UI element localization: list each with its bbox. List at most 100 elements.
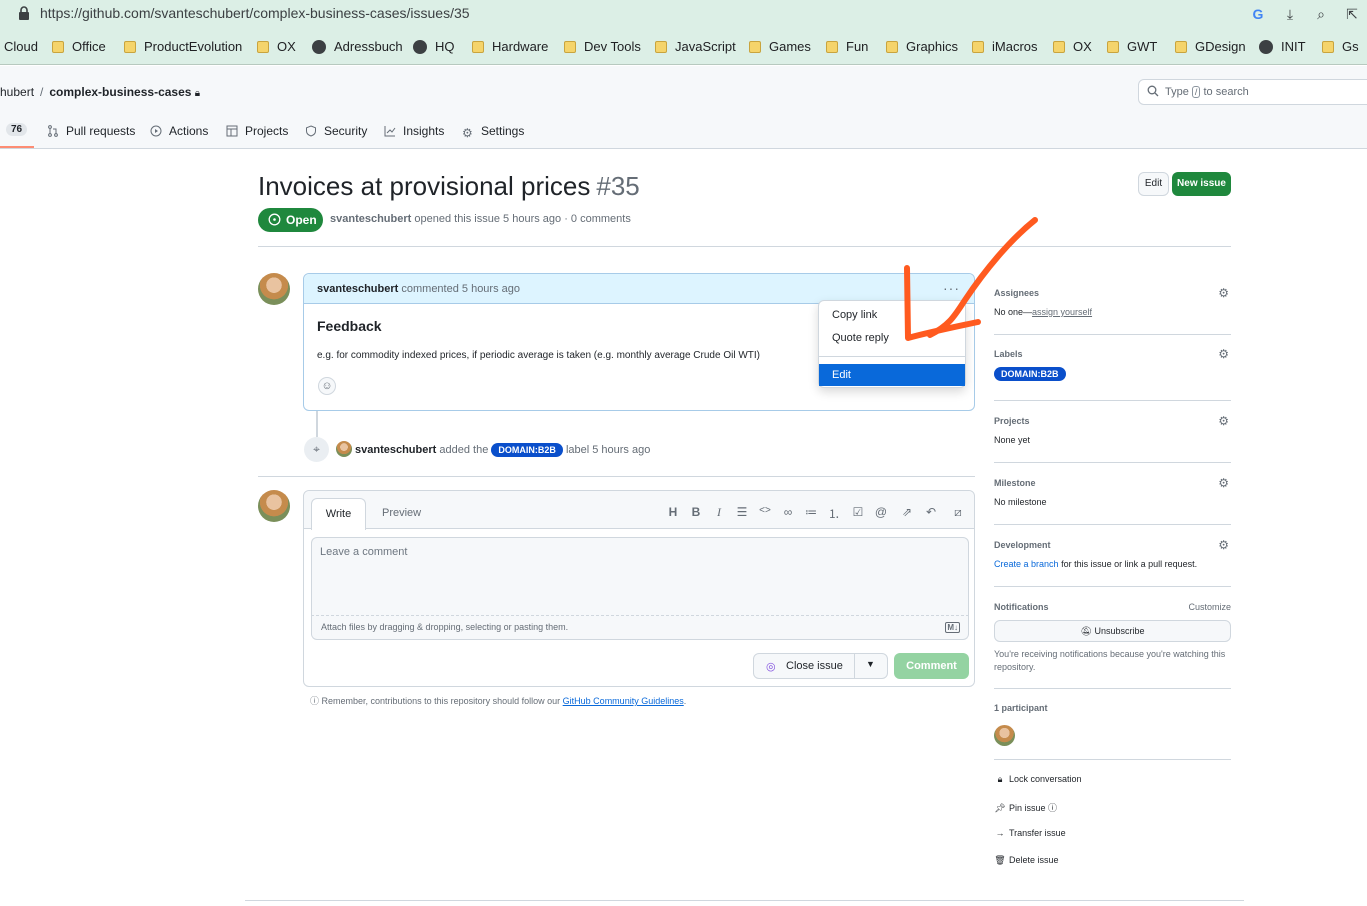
bookmark-item[interactable]: Graphics: [886, 39, 958, 55]
link-icon[interactable]: ∞: [781, 505, 795, 519]
comment-textarea[interactable]: Leave a comment: [311, 537, 969, 616]
tag-icon: ⌖: [304, 437, 329, 462]
bookmark-item[interactable]: HQ: [413, 39, 455, 55]
quote-icon[interactable]: ☰: [735, 505, 749, 519]
new-issue-button[interactable]: New issue: [1172, 172, 1231, 196]
bookmark-item[interactable]: Adressbuch: [312, 39, 403, 55]
tab-actions[interactable]: Actions: [150, 124, 208, 138]
bookmark-item[interactable]: Dev Tools: [564, 39, 641, 55]
slash-commands-icon[interactable]: ⧄: [951, 505, 965, 520]
avatar[interactable]: [336, 441, 352, 457]
google-icon[interactable]: G: [1248, 4, 1268, 24]
bullet-list-icon[interactable]: ≔: [804, 505, 818, 519]
tab-preview[interactable]: Preview: [382, 507, 421, 519]
folder-icon: [257, 41, 269, 53]
avatar[interactable]: [258, 273, 290, 305]
close-issue-button[interactable]: ◎ Close issue ▼: [753, 653, 888, 679]
delete-issue-link[interactable]: 🗑︎ Delete issue: [994, 855, 1058, 866]
numbered-list-icon[interactable]: ⒈: [827, 505, 841, 522]
folder-icon: [472, 41, 484, 53]
italic-icon[interactable]: I: [712, 505, 726, 520]
lock-conversation-link[interactable]: 🔒︎ Lock conversation: [994, 774, 1082, 785]
attach-files-area[interactable]: Attach files by dragging & dropping, sel…: [311, 616, 969, 640]
comment-author-link[interactable]: svanteschubert: [317, 283, 398, 295]
mention-icon[interactable]: @: [874, 505, 888, 519]
menu-divider: [819, 356, 965, 357]
transfer-issue-link[interactable]: → Transfer issue: [994, 828, 1066, 838]
bookmark-item[interactable]: Hardware: [472, 39, 548, 55]
reply-icon[interactable]: ↶: [924, 505, 938, 519]
bookmark-item[interactable]: JavaScript: [655, 39, 736, 55]
create-branch-link[interactable]: Create a branch: [994, 559, 1059, 569]
code-icon[interactable]: <>: [758, 505, 772, 516]
bookmark-item[interactable]: GWT: [1107, 39, 1157, 55]
private-lock-icon: 🔒︎: [194, 88, 201, 99]
cross-reference-icon[interactable]: ⇗: [900, 505, 914, 519]
lock-icon: 🔒︎: [997, 774, 1003, 784]
issues-counter[interactable]: 76: [6, 123, 28, 136]
assign-yourself-link[interactable]: assign yourself: [1032, 307, 1092, 317]
gear-icon[interactable]: ⚙: [1218, 476, 1229, 490]
issue-title: Invoices at provisional prices: [258, 171, 591, 201]
search-icon: [1147, 85, 1159, 97]
lock-icon: [19, 6, 29, 20]
repo-header: hubert / complex-business-cases 🔒︎ Type / …: [0, 66, 1367, 149]
gear-icon[interactable]: ⚙: [1218, 286, 1229, 300]
bookmark-item[interactable]: INIT: [1259, 39, 1306, 55]
bookmark-item[interactable]: GDesign: [1175, 39, 1246, 55]
chevron-down-icon[interactable]: ▼: [866, 659, 875, 669]
labels-section: Labels ⚙ DOMAIN:B2B: [994, 347, 1229, 381]
pin-issue-link[interactable]: 📌︎ Pin issue ⓘ: [994, 801, 1057, 814]
search-input[interactable]: Type / to search: [1138, 79, 1367, 105]
tab-write[interactable]: Write: [311, 498, 366, 530]
bookmark-item[interactable]: OX: [1053, 39, 1092, 55]
quote-reply-menu-item[interactable]: Quote reply: [832, 332, 889, 344]
edit-menu-item[interactable]: Edit: [819, 364, 965, 386]
tab-projects[interactable]: Projects: [226, 124, 288, 138]
divider: [994, 334, 1231, 335]
label-badge[interactable]: DOMAIN:B2B: [491, 443, 563, 457]
task-list-icon[interactable]: ☑: [851, 505, 865, 519]
tab-security[interactable]: Security: [305, 124, 367, 138]
bookmark-item[interactable]: iMacros: [972, 39, 1038, 55]
bookmark-item[interactable]: OX: [257, 39, 296, 55]
download-icon[interactable]: ⤓: [1280, 4, 1300, 24]
folder-icon: [886, 41, 898, 53]
heading-icon[interactable]: H: [666, 505, 680, 519]
share-icon[interactable]: ⇱: [1342, 4, 1362, 24]
avatar[interactable]: [258, 490, 290, 522]
url-text[interactable]: https://github.com/svanteschubert/comple…: [40, 5, 470, 21]
smiley-icon[interactable]: ☺: [318, 377, 336, 395]
tab-settings[interactable]: ⚙ Settings: [462, 124, 524, 139]
comment-button[interactable]: Comment: [894, 653, 969, 679]
gear-icon[interactable]: ⚙: [1218, 538, 1229, 552]
event-actor-link[interactable]: svanteschubert: [355, 444, 436, 456]
issue-author-link[interactable]: svanteschubert: [330, 213, 411, 225]
avatar[interactable]: [994, 725, 1015, 746]
repo-owner-link[interactable]: hubert: [0, 85, 34, 99]
repo-name-link[interactable]: complex-business-cases: [49, 85, 191, 99]
folder-icon: [655, 41, 667, 53]
tab-pull-requests[interactable]: Pull requests: [47, 124, 135, 138]
pull-request-icon: [48, 125, 58, 137]
bold-icon[interactable]: B: [689, 505, 703, 519]
bell-slash-icon: 🔕︎: [1080, 626, 1092, 636]
guidelines-link[interactable]: GitHub Community Guidelines: [563, 696, 684, 706]
address-bar[interactable]: https://github.com/svanteschubert/comple…: [0, 0, 1367, 28]
zoom-icon[interactable]: ⌕: [1311, 4, 1331, 24]
bookmark-item[interactable]: Fun: [826, 39, 868, 55]
edit-title-button[interactable]: Edit: [1138, 172, 1169, 196]
gear-icon[interactable]: ⚙: [1218, 414, 1229, 428]
copy-link-menu-item[interactable]: Copy link: [832, 309, 877, 321]
bookmark-item[interactable]: Office: [52, 39, 106, 55]
label-badge[interactable]: DOMAIN:B2B: [994, 367, 1066, 381]
bookmark-item[interactable]: Games: [749, 39, 811, 55]
unsubscribe-button[interactable]: 🔕︎ Unsubscribe: [994, 620, 1231, 642]
bookmark-item[interactable]: Cloud: [4, 39, 38, 55]
bookmark-item[interactable]: Gs: [1322, 39, 1359, 55]
customize-link[interactable]: Customize: [1188, 602, 1231, 612]
tab-insights[interactable]: Insights: [384, 124, 444, 138]
gear-icon[interactable]: ⚙: [1218, 347, 1229, 361]
bookmark-item[interactable]: ProductEvolution: [124, 39, 242, 55]
folder-icon: [1053, 41, 1065, 53]
